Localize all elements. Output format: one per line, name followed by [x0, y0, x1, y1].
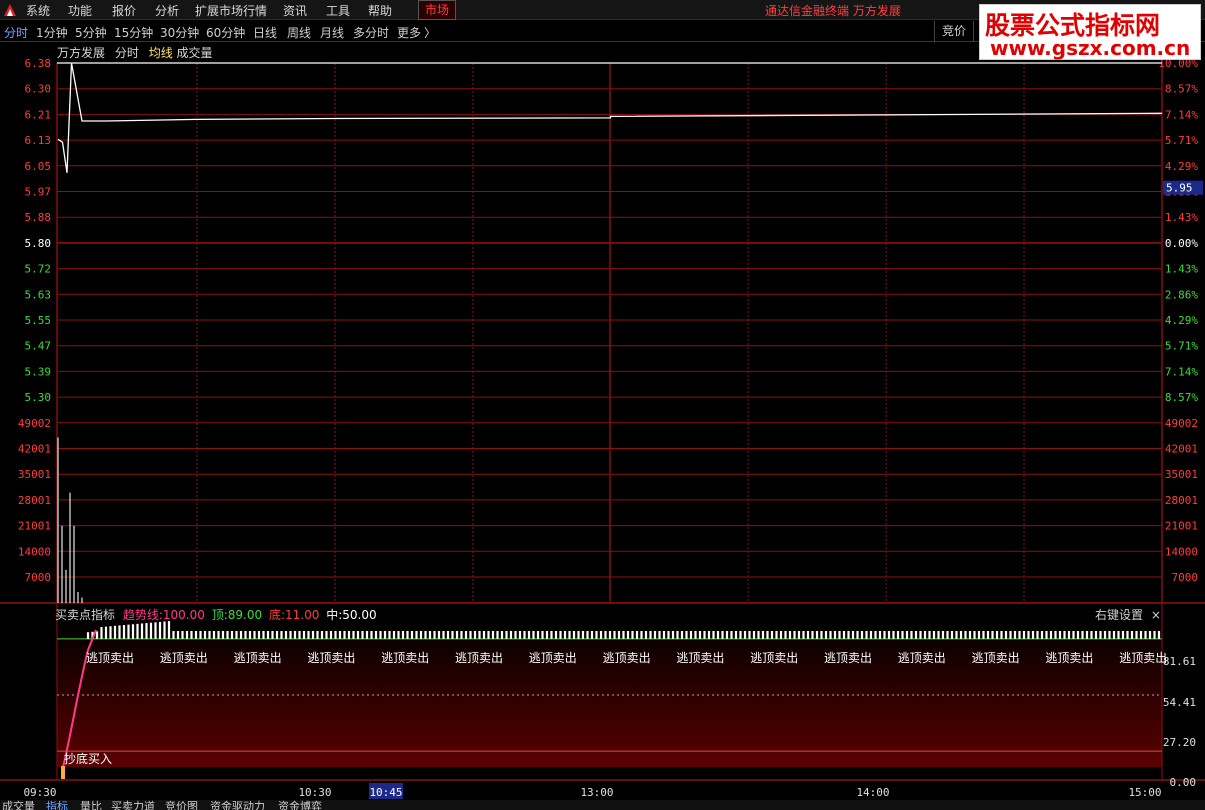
- volume-tick-label: 14000: [1165, 545, 1198, 558]
- sell-signal-label: 逃顶卖出: [455, 651, 503, 665]
- time-tick-label: 09:30: [23, 786, 56, 799]
- tab-indicator[interactable]: 指标: [46, 800, 68, 810]
- buy-signal-label: 抄底买入: [64, 751, 112, 766]
- time-tick-label: 10:30: [298, 786, 331, 799]
- sell-signal-label: 逃顶卖出: [307, 651, 355, 665]
- time-tick-label: 13:00: [580, 786, 613, 799]
- price-tick-label: 5.47: [25, 340, 52, 353]
- indicator-tick-label: 0.00: [1170, 776, 1197, 789]
- percent-tick-label: 8.57%: [1165, 391, 1198, 404]
- top-value: 89.00: [227, 608, 263, 622]
- price-tick-label: 5.72: [25, 263, 52, 276]
- sell-signal-label: 逃顶卖出: [381, 651, 429, 665]
- volume-tick-label: 7000: [1172, 571, 1199, 584]
- volume-tick-label: 35001: [1165, 468, 1198, 481]
- percent-tick-label: 0.00%: [1165, 237, 1198, 250]
- mid-label: 中:: [326, 608, 343, 622]
- trading-terminal: 系统 功能 报价 分析 扩展市场行情 资讯 工具 帮助 市场 通达信金融终端 万…: [0, 0, 1205, 810]
- sell-signal-label: 逃顶卖出: [1045, 651, 1093, 665]
- bottom-value: 11.00: [285, 608, 320, 622]
- time-tick-label: 14:00: [856, 786, 889, 799]
- sell-signal-label: 逃顶卖出: [1119, 651, 1167, 665]
- tab-volume-ratio[interactable]: 量比: [80, 800, 102, 810]
- sell-signal-label: 逃顶卖出: [898, 651, 946, 665]
- percent-tick-label: 5.71%: [1165, 340, 1198, 353]
- cursor-time-label: 10:45: [369, 786, 402, 799]
- volume-tick-label: 21001: [1165, 520, 1198, 533]
- percent-tick-label: 5.71%: [1165, 134, 1198, 147]
- price-axis-left: 6.38 6.30 6.21 6.13 6.05 5.97 5.88 5.80 5.72 5.63…: [25, 57, 52, 404]
- price-axis-right: 10.00%8.57%7.14%5.71%4.29%2.86%1.43%0.00…: [1158, 57, 1203, 404]
- sell-signal-label: 逃顶卖出: [160, 651, 208, 665]
- indicator-settings[interactable]: 右键设置 ×: [1095, 606, 1161, 623]
- percent-tick-label: 8.57%: [1165, 83, 1198, 96]
- trend-value: 100.00: [162, 608, 205, 622]
- bottom-tab-bar: 成交量 指标 量比 买卖力道 竞价图 资金驱动力 资金博弈: [0, 800, 1205, 810]
- bottom-label: 底:: [268, 608, 285, 622]
- sell-signal-label: 逃顶卖出: [603, 651, 651, 665]
- sell-signal-label: 逃顶卖出: [234, 651, 282, 665]
- price-tick-label: 6.21: [25, 108, 52, 121]
- indicator-axis: 81.61 54.41 27.20 0.00: [1163, 655, 1196, 789]
- price-tick-label: 5.80: [25, 237, 52, 250]
- volume-tick-label: 49002: [1165, 417, 1198, 430]
- time-axis: 09:30 10:30 13:00 14:00 15:00 10:45: [23, 783, 1162, 799]
- volume-tick-label: 49002: [18, 417, 51, 430]
- price-tick-label: 5.88: [25, 211, 52, 224]
- percent-tick-label: 4.29%: [1165, 160, 1198, 173]
- percent-tick-label: 7.14%: [1165, 108, 1198, 121]
- volume-tick-label: 7000: [25, 571, 52, 584]
- trend-label: 趋势线:: [122, 608, 163, 622]
- indicator-header: 买卖点指标 趋势线:100.00 顶:89.00 底:11.00 中:50.00: [55, 606, 377, 623]
- tab-fund-drive[interactable]: 资金驱动力: [210, 800, 265, 810]
- close-icon[interactable]: ×: [1151, 608, 1161, 622]
- volume-tick-label: 42001: [1165, 443, 1198, 456]
- tab-volume[interactable]: 成交量: [2, 800, 35, 810]
- sell-signal-label: 逃顶卖出: [972, 651, 1020, 665]
- percent-tick-label: 2.86%: [1165, 288, 1198, 301]
- price-tick-label: 5.39: [25, 365, 52, 378]
- sell-signal-label: 逃顶卖出: [86, 651, 134, 665]
- volume-tick-label: 21001: [18, 520, 51, 533]
- indicator-tick-label: 27.20: [1163, 736, 1196, 749]
- price-tick-label: 6.30: [25, 83, 52, 96]
- percent-tick-label: 1.43%: [1165, 211, 1198, 224]
- watermark-url: www.gszx.com.cn: [990, 36, 1191, 60]
- price-tick-label: 5.30: [25, 391, 52, 404]
- tab-auction[interactable]: 竞价图: [165, 800, 198, 810]
- indicator-tick-label: 81.61: [1163, 655, 1196, 668]
- price-tick-label: 6.38: [25, 57, 52, 70]
- volume-bars: [57, 437, 83, 603]
- volume-tick-label: 35001: [18, 468, 51, 481]
- tab-buy-sell-force[interactable]: 买卖力道: [111, 800, 155, 810]
- percent-tick-label: 1.43%: [1165, 263, 1198, 276]
- tab-fund-game[interactable]: 资金博弈: [278, 800, 322, 810]
- indicator-background: [57, 620, 1162, 767]
- volume-tick-label: 42001: [18, 443, 51, 456]
- volume-tick-label: 14000: [18, 545, 51, 558]
- intraday-chart[interactable]: 6.38 6.30 6.21 6.13 6.05 5.97 5.88 5.80 5.72 5.63…: [0, 0, 1205, 810]
- percent-tick-label: 4.29%: [1165, 314, 1198, 327]
- price-tick-label: 5.97: [25, 186, 52, 199]
- time-tick-label: 15:00: [1128, 786, 1161, 799]
- top-label: 顶:: [211, 608, 228, 622]
- indicator-name: 买卖点指标: [55, 608, 116, 622]
- sell-signal-label: 逃顶卖出: [824, 651, 872, 665]
- price-tick-label: 6.13: [25, 134, 52, 147]
- percent-tick-label: 7.14%: [1165, 365, 1198, 378]
- price-tick-label: 5.63: [25, 288, 52, 301]
- buy-signal-bar: [61, 766, 65, 779]
- price-tick-label: 5.55: [25, 314, 52, 327]
- sell-signal-label: 逃顶卖出: [750, 651, 798, 665]
- mid-value: 50.00: [342, 608, 377, 622]
- sell-signal-label: 逃顶卖出: [529, 651, 577, 665]
- settings-label[interactable]: 右键设置: [1095, 608, 1143, 622]
- watermark-banner: 股票公式指标网 www.gszx.com.cn: [979, 4, 1201, 60]
- current-price-value: 5.95: [1166, 182, 1193, 195]
- volume-tick-label: 28001: [1165, 494, 1198, 507]
- indicator-tick-label: 54.41: [1163, 696, 1196, 709]
- sell-signal-label: 逃顶卖出: [676, 651, 724, 665]
- price-tick-label: 6.05: [25, 160, 52, 173]
- volume-tick-label: 28001: [18, 494, 51, 507]
